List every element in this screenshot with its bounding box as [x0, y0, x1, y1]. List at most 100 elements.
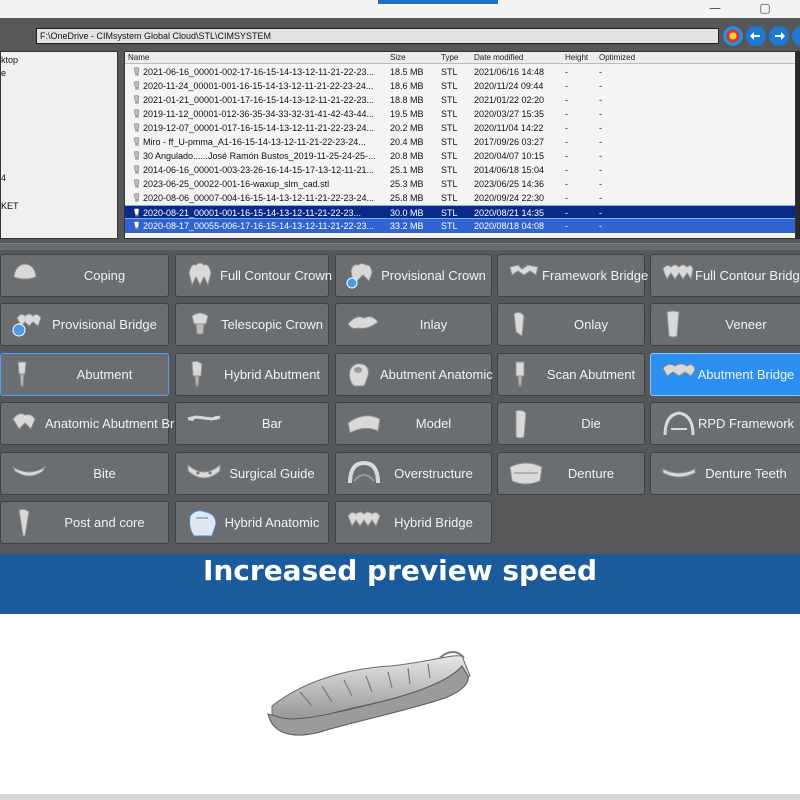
banner-text: Increased preview speed: [202, 554, 598, 587]
framework-bridge-icon: [509, 264, 539, 276]
category-button-denture-teeth[interactable]: Denture Teeth: [650, 452, 800, 495]
category-button-abutment-anatomic[interactable]: Abutment Anatomic: [335, 353, 493, 396]
file-height-cell: -: [565, 95, 568, 105]
file-type-cell: STL: [441, 81, 458, 91]
tree-item[interactable]: KET: [1, 200, 19, 212]
category-label: Scan Abutment: [546, 367, 636, 382]
maximize-button[interactable]: ▢: [754, 1, 776, 15]
column-header-size[interactable]: Size: [390, 52, 406, 64]
category-button-model[interactable]: Model: [335, 402, 492, 445]
column-header-height[interactable]: Height: [565, 52, 588, 64]
telescopic-crown-icon: [191, 312, 209, 335]
category-button-inlay[interactable]: Inlay: [335, 303, 492, 346]
full-contour-bridge-icon: [662, 264, 694, 281]
file-height-cell: -: [565, 221, 568, 231]
file-type-cell: STL: [441, 151, 458, 161]
window-bottom-strip: [0, 794, 800, 800]
category-button-provisional-crown[interactable]: Provisional Crown: [335, 254, 492, 297]
category-button-full-contour-bridge[interactable]: Full Contour Bridge: [650, 254, 800, 297]
file-row[interactable]: 2020-08-17_00055-006-17-16-15-14-13-12-1…: [125, 219, 795, 233]
folder-tree[interactable]: ktop e 4 KET: [0, 51, 118, 239]
category-button-surgical-guide[interactable]: Surgical Guide: [175, 452, 329, 495]
category-button-overstructure[interactable]: Overstructure: [335, 452, 492, 495]
file-row[interactable]: Miro - ff_U-pmma_A1-16-15-14-13-12-11-21…: [125, 135, 795, 149]
home-icon[interactable]: [723, 26, 743, 46]
category-button-die[interactable]: Die: [497, 402, 645, 445]
category-button-provisional-bridge[interactable]: Provisional Bridge: [0, 303, 169, 346]
file-height-cell: -: [565, 137, 568, 147]
file-row[interactable]: 2014-06-16_00001-003-23-26-16-14-15-17-1…: [125, 163, 795, 177]
dental-arch-model-icon: [267, 651, 471, 736]
category-button-denture[interactable]: Denture: [497, 452, 645, 495]
file-row[interactable]: 2019-11-12_00001-012-36-35-34-33-32-31-4…: [125, 107, 795, 121]
category-button-rpd-framework[interactable]: RPD Framework: [650, 402, 800, 445]
category-button-post-and-core[interactable]: Post and core: [0, 501, 169, 544]
category-button-full-contour-crown[interactable]: Full Contour Crown: [175, 254, 332, 297]
file-size-cell: 20.8 MB: [390, 151, 424, 161]
file-row[interactable]: 2020-08-21_00001-001-16-15-14-13-12-11-2…: [125, 205, 795, 219]
tree-item[interactable]: 4: [1, 172, 6, 184]
category-button-bar[interactable]: Bar: [175, 402, 329, 445]
file-name-cell: 30 Angulado......José Ramón Bustos_2019-…: [143, 151, 376, 161]
file-row[interactable]: 30 Angulado......José Ramón Bustos_2019-…: [125, 149, 795, 163]
file-date-cell: 2020/11/04 14:22: [474, 123, 544, 133]
tooth-file-icon: [133, 95, 140, 105]
column-header-name[interactable]: Name: [128, 52, 149, 64]
tree-item[interactable]: ktop: [1, 54, 18, 66]
tooth-file-icon: [133, 179, 140, 189]
column-header-type[interactable]: Type: [441, 52, 458, 64]
path-field[interactable]: F:\OneDrive - CIMsystem Global Cloud\STL…: [36, 28, 719, 44]
file-name-cell: 2023-06-25_00022-001-16-waxup_slm_cad.st…: [143, 179, 330, 189]
window-titlebar: — ▢: [0, 0, 800, 18]
category-button-framework-bridge[interactable]: Framework Bridge: [497, 254, 648, 297]
file-height-cell: -: [565, 179, 568, 189]
category-label: Hybrid Bridge: [394, 515, 473, 530]
file-size-cell: 20.2 MB: [390, 123, 424, 133]
category-button-onlay[interactable]: Onlay: [497, 303, 645, 346]
file-optimized-cell: -: [599, 179, 602, 189]
category-label: Provisional Bridge: [52, 317, 157, 332]
category-label: Hybrid Abutment: [223, 367, 321, 382]
file-size-cell: 25.8 MB: [390, 193, 424, 203]
file-row[interactable]: 2023-06-25_00022-001-16-waxup_slm_cad.st…: [125, 177, 795, 191]
file-row[interactable]: 2019-12-07_00001-017-16-15-14-13-12-11-2…: [125, 121, 795, 135]
back-arrow-icon[interactable]: [746, 26, 766, 46]
file-row[interactable]: 2020-08-06_00007-004-16-15-14-13-12-11-2…: [125, 191, 795, 205]
category-label: Overstructure: [394, 466, 473, 481]
tooth-file-icon: [133, 208, 140, 218]
tooth-file-icon: [133, 221, 140, 231]
category-button-coping[interactable]: Coping: [0, 254, 169, 297]
column-header-optimized[interactable]: Optimized: [599, 52, 635, 64]
file-row[interactable]: 2020-11-24_00001-001-16-15-14-13-12-11-2…: [125, 79, 795, 93]
file-size-cell: 30.0 MB: [390, 208, 424, 218]
category-button-anatomic-abutment-bridge[interactable]: Anatomic Abutment Bridge: [0, 402, 199, 445]
category-button-hybrid-abutment[interactable]: Hybrid Abutment: [175, 353, 329, 396]
file-row[interactable]: 2021-01-21_00001-001-17-16-15-14-13-12-1…: [125, 93, 795, 107]
file-list-scrollbar[interactable]: [796, 51, 800, 239]
file-type-cell: STL: [441, 165, 458, 175]
category-button-hybrid-bridge[interactable]: Hybrid Bridge: [335, 501, 492, 544]
category-button-abutment-bridge[interactable]: Abutment Bridge: [650, 353, 800, 396]
file-name-cell: 2019-12-07_00001-017-16-15-14-13-12-11-2…: [143, 123, 374, 133]
tooth-file-icon: [133, 151, 140, 161]
tooth-file-icon: [133, 193, 140, 203]
column-header-date[interactable]: Date modified: [474, 52, 523, 64]
file-type-cell: STL: [441, 221, 458, 231]
file-date-cell: 2020/03/27 15:35: [474, 109, 545, 119]
file-date-cell: 2014/06/18 15:04: [474, 165, 545, 175]
tooth-file-icon: [133, 165, 140, 175]
forward-arrow-icon[interactable]: [769, 26, 789, 46]
category-button-veneer[interactable]: Veneer: [650, 303, 800, 346]
category-button-abutment[interactable]: Abutment: [0, 353, 169, 396]
category-label: Model: [415, 416, 452, 431]
file-row[interactable]: 2021-06-16_00001-002-17-16-15-14-13-12-1…: [125, 65, 795, 79]
category-button-bite[interactable]: Bite: [0, 452, 169, 495]
minimize-button[interactable]: —: [704, 1, 726, 15]
file-list[interactable]: Name Size Type Date modified Height Opti…: [124, 51, 796, 239]
file-type-cell: STL: [441, 67, 458, 77]
tooth-file-icon: [133, 109, 140, 119]
category-button-scan-abutment[interactable]: Scan Abutment: [497, 353, 645, 396]
tree-item[interactable]: e: [1, 67, 6, 79]
category-button-hybrid-anatomic[interactable]: Hybrid Anatomic: [175, 501, 329, 544]
category-button-telescopic-crown[interactable]: Telescopic Crown: [175, 303, 329, 346]
